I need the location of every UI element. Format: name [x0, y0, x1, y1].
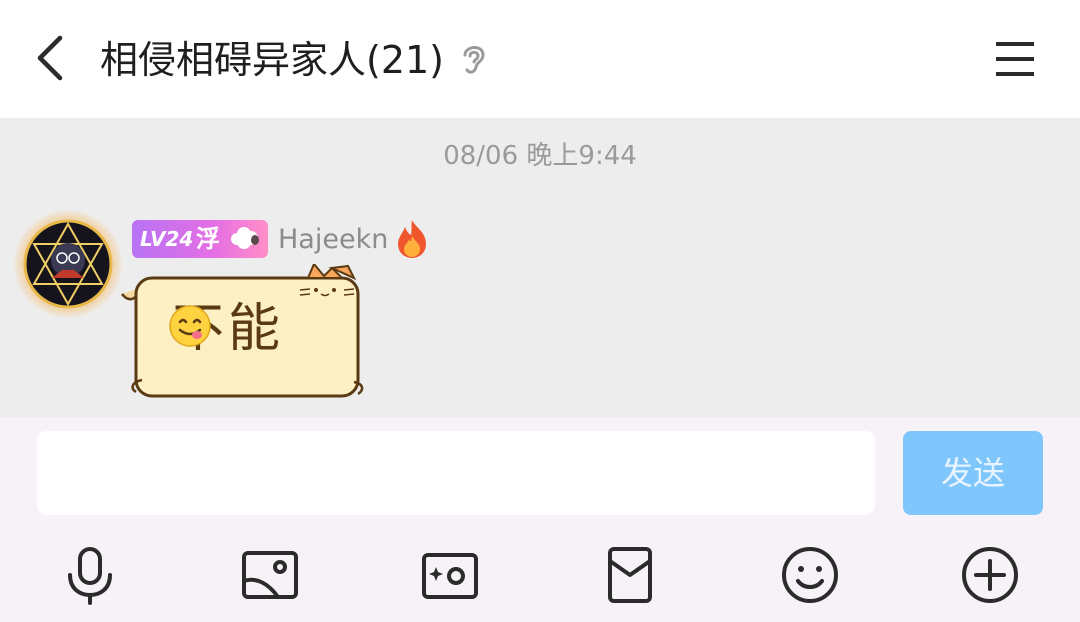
message-timestamp: 08/06 晚上9:44 — [443, 141, 637, 171]
image-icon — [242, 551, 298, 599]
level-badge[interactable]: LV24 浮 — [132, 220, 268, 258]
message-bubble[interactable]: 不能 — [118, 264, 368, 404]
camera-icon — [422, 553, 478, 599]
more-button[interactable] — [958, 543, 1022, 607]
chat-area[interactable]: 08/06 晚上9:44 LV24 浮 Hajeekn 不能 — [0, 118, 1080, 417]
red-packet-icon — [608, 547, 652, 603]
microphone-icon — [68, 547, 112, 605]
badge-level: LV24 — [140, 227, 194, 251]
yum-emoji-icon — [169, 305, 211, 347]
sender-username[interactable]: Hajeekn — [278, 220, 388, 260]
group-title[interactable]: 相侵相碍异家人(21) — [100, 33, 444, 87]
emoji-button[interactable] — [778, 543, 842, 607]
back-button[interactable] — [22, 30, 78, 86]
chevron-left-icon — [37, 35, 63, 81]
send-button[interactable]: 发送 — [903, 431, 1043, 515]
fire-icon — [398, 220, 426, 258]
badge-title: 浮 — [196, 225, 220, 253]
emoji-icon — [782, 547, 838, 603]
menu-icon — [996, 42, 1034, 76]
voice-button[interactable] — [58, 543, 122, 607]
user-avatar[interactable] — [12, 208, 124, 320]
plus-circle-icon — [962, 547, 1018, 603]
menu-button[interactable] — [988, 32, 1042, 86]
gallery-button[interactable] — [238, 543, 302, 607]
ear-icon[interactable] — [455, 40, 493, 78]
sheep-icon — [231, 227, 259, 249]
message-input[interactable] — [37, 431, 875, 515]
camera-button[interactable] — [418, 543, 482, 607]
chat-header: 相侵相碍异家人(21) — [0, 0, 1080, 118]
red-packet-button[interactable] — [598, 543, 662, 607]
composer-bar: 发送 — [0, 417, 1080, 622]
